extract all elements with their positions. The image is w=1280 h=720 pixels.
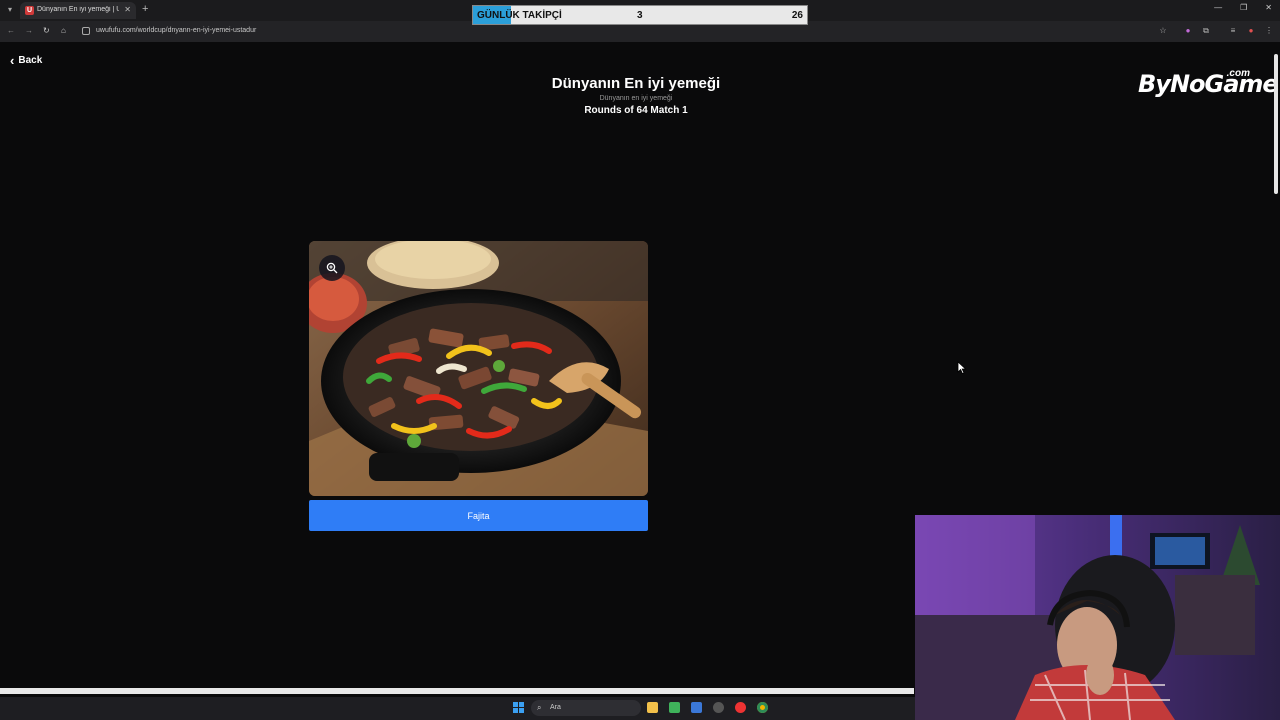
- app-green-icon[interactable]: [669, 702, 680, 713]
- search-icon: ⌕: [537, 703, 542, 712]
- brand-suffix: .com: [1226, 68, 1250, 79]
- follower-current: 3: [637, 10, 643, 21]
- extensions-puzzle-icon[interactable]: ⧉: [1201, 26, 1211, 36]
- app-blue-icon[interactable]: [691, 702, 702, 713]
- follower-goal: 26: [791, 10, 803, 21]
- close-window-icon[interactable]: ✕: [1265, 3, 1272, 12]
- chrome-icon[interactable]: [757, 702, 768, 713]
- media-icon[interactable]: ≡: [1228, 26, 1238, 36]
- plus-icon[interactable]: +: [142, 3, 148, 15]
- close-icon[interactable]: ✕: [124, 5, 131, 14]
- url-text: uwufufu.com/worldcup/dnyann-en-iyi-yemei…: [96, 27, 257, 34]
- back-label: Back: [18, 55, 43, 66]
- brand-logo: ByNoGame .com: [1138, 68, 1279, 106]
- horizontal-scrollbar[interactable]: [0, 688, 914, 694]
- minimize-icon[interactable]: —: [1214, 3, 1222, 12]
- follower-goal-bar: GÜNLÜK TAKİPÇİ 3 26: [472, 5, 808, 25]
- file-explorer-icon[interactable]: [647, 702, 658, 713]
- tab-list-icon[interactable]: ▾: [4, 4, 16, 16]
- page-title: Dünyanın En iyi yemeği: [551, 75, 721, 92]
- reload-icon[interactable]: ↻: [43, 26, 50, 35]
- follower-label: GÜNLÜK TAKİPÇİ: [477, 10, 562, 21]
- taskbar-search[interactable]: ⌕ Ara: [531, 700, 641, 716]
- brand-name: ByNoGame: [1138, 70, 1279, 98]
- media-player-icon[interactable]: [735, 702, 746, 713]
- home-icon[interactable]: ⌂: [61, 26, 66, 35]
- taskbar-search-placeholder: Ara: [550, 704, 561, 711]
- menu-icon[interactable]: ⋮: [1264, 26, 1274, 36]
- extension-icon[interactable]: ●: [1183, 26, 1193, 36]
- page-subtitle: Dünyanın en iyi yemeği: [599, 95, 673, 102]
- windows-start-icon[interactable]: [513, 702, 524, 713]
- settings-icon[interactable]: [713, 702, 724, 713]
- profile-icon[interactable]: ●: [1246, 26, 1256, 36]
- back-icon[interactable]: ←: [7, 26, 15, 35]
- cursor-icon: [957, 361, 967, 375]
- site-info-icon[interactable]: [82, 27, 90, 35]
- scroll-thumb[interactable]: [1274, 54, 1278, 194]
- address-bar[interactable]: uwufufu.com/worldcup/dnyann-en-iyi-yemei…: [78, 24, 1173, 39]
- window-controls: — ❐ ✕: [1214, 3, 1272, 12]
- zoom-in-icon[interactable]: [319, 255, 345, 281]
- favicon-icon: U: [25, 6, 34, 15]
- forward-icon[interactable]: →: [25, 26, 33, 35]
- title-block: Dünyanın En iyi yemeği Dünyanın en iyi y…: [440, 75, 832, 116]
- choice-image[interactable]: [309, 241, 648, 496]
- star-icon[interactable]: ☆: [1158, 26, 1168, 36]
- fajita-photo: [309, 241, 648, 496]
- chevron-left-icon: ‹: [10, 53, 15, 68]
- browser-tab[interactable]: U Dünyanın En iyi yemeği | UwUF... ✕: [20, 2, 136, 19]
- taskbar: ⌕ Ara: [0, 697, 915, 720]
- round-info: Rounds of 64 Match 1: [584, 105, 688, 116]
- streamer-camera-image: [915, 515, 1280, 720]
- restore-icon[interactable]: ❐: [1240, 3, 1247, 12]
- tab-title: Dünyanın En iyi yemeği | UwUF...: [37, 6, 119, 13]
- webcam-feed: [915, 515, 1280, 720]
- choice-button[interactable]: Fajita: [309, 500, 648, 531]
- back-button[interactable]: ‹ Back: [10, 53, 42, 68]
